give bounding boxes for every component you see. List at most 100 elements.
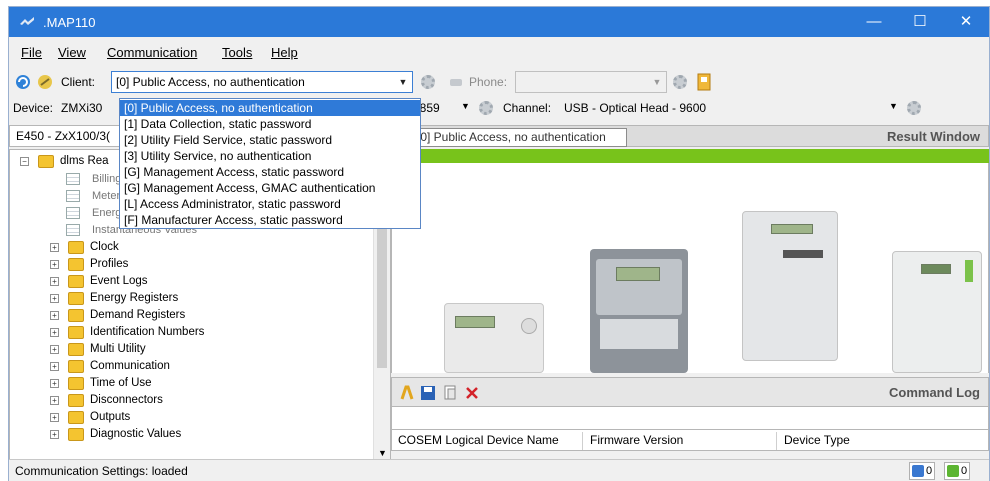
- folder-icon: [38, 155, 54, 168]
- chevron-down-icon[interactable]: ▼: [378, 448, 387, 458]
- expand-icon[interactable]: +: [50, 396, 59, 405]
- meter-indicator: [783, 250, 823, 258]
- progress-bar: [391, 149, 989, 163]
- folder-icon: [68, 411, 84, 424]
- menu-bar: File View Communication Tools Help: [9, 43, 989, 63]
- expand-icon[interactable]: +: [50, 311, 59, 320]
- device-value[interactable]: ZMXi30: [61, 101, 102, 115]
- chevron-down-icon[interactable]: ▼: [889, 101, 898, 111]
- channel-label: Channel:: [503, 101, 552, 115]
- folder-icon: [68, 326, 84, 339]
- arrow-up-icon: [947, 465, 959, 477]
- status-bar: Communication Settings: loaded 0 0: [9, 459, 989, 481]
- result-window-title: Result Window: [886, 129, 980, 144]
- gear-icon[interactable]: [421, 75, 435, 89]
- collapse-icon[interactable]: −: [20, 157, 29, 166]
- close-button[interactable]: ✕: [943, 7, 989, 37]
- chevron-down-icon[interactable]: ▼: [396, 75, 410, 89]
- folder-icon: [68, 428, 84, 441]
- meter-image: [590, 249, 688, 373]
- folder-icon: [68, 360, 84, 373]
- client-option[interactable]: [1] Data Collection, static password: [120, 116, 420, 132]
- meter-display: [455, 316, 495, 328]
- folder-icon: [68, 343, 84, 356]
- phone-select[interactable]: ▼: [515, 71, 667, 93]
- command-log-title: Command Log: [889, 385, 980, 400]
- copy-icon[interactable]: [442, 385, 458, 401]
- client-option[interactable]: [2] Utility Field Service, static passwo…: [120, 132, 420, 148]
- chevron-down-icon[interactable]: ▼: [650, 75, 664, 89]
- client-toolbar: Client: [0] Public Access, no authentica…: [9, 69, 989, 95]
- folder-icon: [68, 394, 84, 407]
- phone-icon: [450, 79, 462, 86]
- refresh-icon[interactable]: [15, 74, 31, 90]
- arrow-down-icon: [912, 465, 924, 477]
- column-divider: [582, 432, 583, 450]
- column-header[interactable]: COSEM Logical Device Name: [398, 433, 559, 447]
- connect-icon[interactable]: [37, 74, 53, 90]
- client-tooltip: [0] Public Access, no authentication: [413, 128, 627, 147]
- gear-icon[interactable]: [907, 101, 921, 115]
- meter-display: [771, 224, 813, 234]
- client-select-value: [0] Public Access, no authentication: [116, 75, 305, 89]
- column-divider: [776, 432, 777, 450]
- meter-display: [921, 264, 951, 274]
- open-icon[interactable]: [400, 385, 414, 401]
- client-option[interactable]: [F] Manufacturer Access, static password: [120, 212, 420, 228]
- expand-icon[interactable]: +: [50, 294, 59, 303]
- meter-image: [742, 211, 838, 361]
- folder-icon: [68, 377, 84, 390]
- table-icon: [66, 190, 80, 202]
- expand-icon[interactable]: +: [50, 362, 59, 371]
- column-header[interactable]: Device Type: [784, 433, 850, 447]
- meter-image: [892, 251, 982, 373]
- download-counter: 0: [909, 462, 936, 480]
- expand-icon[interactable]: +: [50, 328, 59, 337]
- meter-display: [616, 267, 660, 281]
- client-option[interactable]: [G] Management Access, GMAC authenticati…: [120, 180, 420, 196]
- menu-tools[interactable]: Tools: [222, 45, 252, 60]
- client-dropdown-list[interactable]: [0] Public Access, no authentication [1]…: [119, 98, 421, 229]
- phonebook-icon[interactable]: [697, 73, 711, 91]
- column-header[interactable]: Firmware Version: [590, 433, 683, 447]
- client-option[interactable]: [L] Access Administrator, static passwor…: [120, 196, 420, 212]
- meter-image: [444, 303, 544, 373]
- command-log-toolbar: Command Log: [391, 377, 989, 407]
- client-option[interactable]: [0] Public Access, no authentication: [120, 100, 420, 116]
- expand-icon[interactable]: +: [50, 243, 59, 252]
- menu-view[interactable]: View: [58, 45, 86, 60]
- delete-icon[interactable]: [464, 385, 480, 401]
- meter-label-plate: [600, 319, 678, 349]
- channel-value[interactable]: USB - Optical Head - 9600: [564, 101, 706, 115]
- application-window: .MAP110 — ☐ ✕ File View Communication To…: [8, 6, 990, 481]
- client-select[interactable]: [0] Public Access, no authentication ▼: [111, 71, 413, 93]
- meter-led: [965, 260, 973, 282]
- chevron-down-icon[interactable]: ▼: [461, 101, 470, 111]
- expand-icon[interactable]: +: [50, 430, 59, 439]
- expand-icon[interactable]: +: [50, 277, 59, 286]
- menu-communication[interactable]: Communication: [107, 45, 197, 60]
- expand-icon[interactable]: +: [50, 345, 59, 354]
- maximize-button[interactable]: ☐: [897, 7, 943, 37]
- menu-file[interactable]: File: [21, 45, 42, 60]
- command-log-area: [391, 407, 989, 429]
- minimize-button[interactable]: —: [851, 7, 897, 37]
- folder-icon: [68, 275, 84, 288]
- menu-help[interactable]: Help: [271, 45, 298, 60]
- meter-button: [521, 318, 537, 334]
- window-title: .MAP110: [43, 15, 96, 30]
- table-icon: [66, 207, 80, 219]
- device-table-header: COSEM Logical Device Name Firmware Versi…: [391, 429, 989, 451]
- client-label: Client:: [61, 75, 96, 89]
- client-option[interactable]: [3] Utility Service, no authentication: [120, 148, 420, 164]
- gear-icon[interactable]: [479, 101, 493, 115]
- save-icon[interactable]: [420, 385, 436, 401]
- status-text: Communication Settings: loaded: [15, 464, 188, 478]
- device-label: Device:: [13, 101, 54, 115]
- expand-icon[interactable]: +: [50, 379, 59, 388]
- expand-icon[interactable]: +: [50, 413, 59, 422]
- gear-icon[interactable]: [673, 75, 687, 89]
- expand-icon[interactable]: +: [50, 260, 59, 269]
- client-option[interactable]: [G] Management Access, static password: [120, 164, 420, 180]
- upload-counter: 0: [944, 462, 971, 480]
